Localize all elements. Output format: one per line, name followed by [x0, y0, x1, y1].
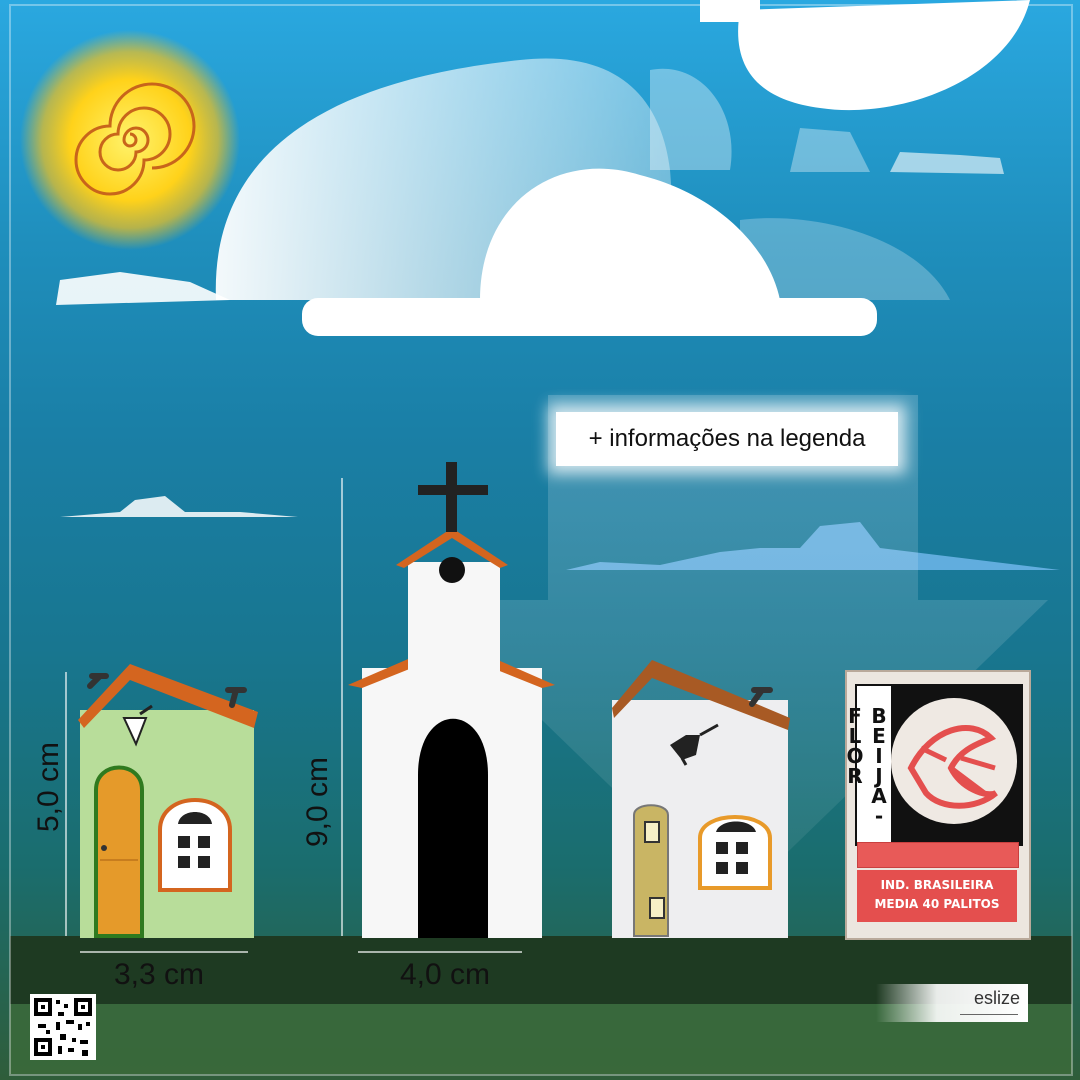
matchbox-brand-strip: BEIJA-FLOR	[843, 686, 891, 842]
qr-code	[30, 994, 96, 1060]
watermark-underline	[960, 1014, 1018, 1015]
house-width-label: 3,3 cm	[114, 958, 205, 991]
white-house	[612, 660, 790, 938]
church-width-label: 4,0 cm	[400, 958, 491, 991]
matchbox-brand: BEIJA-FLOR	[843, 704, 891, 824]
scene: + informações na legenda 5,0 cm 9,0 cm 3…	[0, 0, 1080, 1080]
cloud-thin-right	[790, 128, 1004, 174]
watermark-text: eslize	[973, 988, 1020, 1008]
matchbox-band	[857, 842, 1019, 868]
house-height-label: 5,0 cm	[32, 741, 65, 833]
church-height-label: 9,0 cm	[301, 756, 334, 848]
hummingbird-icon	[891, 698, 1017, 824]
matchbox-line2: MEDIA 40 PALITOS	[874, 897, 1000, 911]
cloud-top-right	[700, 0, 1030, 111]
matchbox-label: IND. BRASILEIRA MEDIA 40 PALITOS	[857, 870, 1017, 922]
matchbox: BEIJA-FLOR IND. BRASILEIRA MEDIA 40 PALI…	[843, 670, 1031, 940]
matchbox-line1: IND. BRASILEIRA	[880, 878, 994, 892]
watermark: eslize	[876, 984, 1028, 1022]
church	[348, 462, 555, 938]
cloud-small-left	[60, 496, 298, 517]
caption-hint: + informações na legenda	[556, 412, 898, 466]
green-house	[78, 664, 258, 938]
sun-icon	[20, 30, 240, 250]
